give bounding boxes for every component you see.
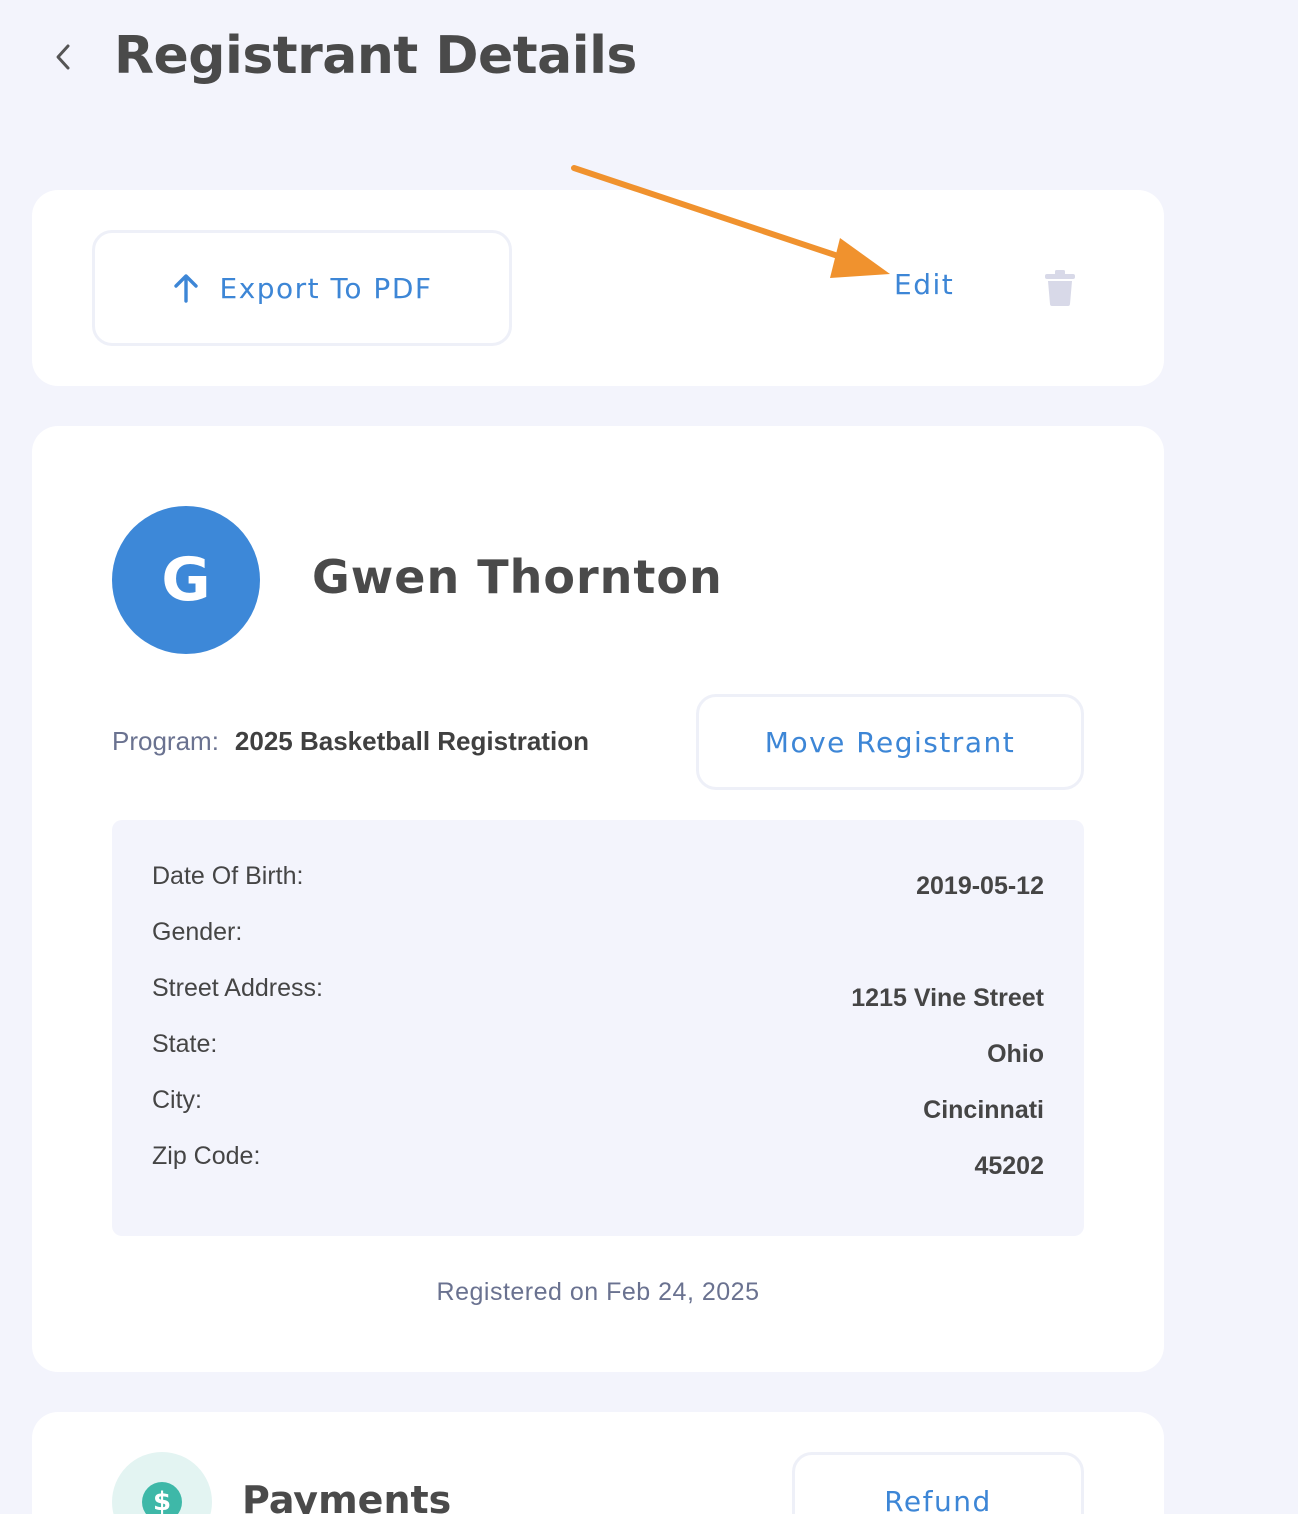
detail-label-state: State: — [152, 1030, 218, 1058]
detail-value-zip-code: 45202 — [974, 1152, 1044, 1180]
detail-value-date-of-birth: 2019-05-12 — [916, 872, 1044, 900]
payments-icon-circle: $ — [112, 1452, 212, 1514]
trash-icon — [1045, 270, 1075, 306]
chevron-left-icon — [56, 44, 70, 70]
export-pdf-button[interactable]: Export To PDF — [92, 230, 512, 346]
edit-button[interactable]: Edit — [894, 268, 954, 301]
program-label: Program: — [112, 726, 219, 756]
page-title: Registrant Details — [114, 26, 637, 86]
delete-button[interactable] — [1040, 268, 1080, 308]
program-value: 2025 Basketball Registration — [234, 726, 589, 756]
program-row: Program: 2025 Basketball Registration — [112, 726, 589, 757]
registrant-name: Gwen Thornton — [312, 550, 723, 604]
detail-value-state: Ohio — [987, 1040, 1044, 1068]
registrant-details-page: Registrant Details Export To PDF Edit G … — [0, 0, 1298, 1514]
detail-value-city: Cincinnati — [923, 1096, 1044, 1124]
back-button[interactable] — [50, 40, 76, 74]
registered-date: Registered on Feb 24, 2025 — [436, 1278, 760, 1306]
payments-card: $ Payments Refund — [32, 1412, 1164, 1514]
detail-value-street-address: 1215 Vine Street — [851, 984, 1044, 1012]
avatar: G — [112, 506, 260, 654]
annotation-arrow — [571, 165, 890, 278]
refund-button[interactable]: Refund — [792, 1452, 1084, 1514]
arrow-up-icon — [173, 274, 198, 303]
detail-label-zip-code: Zip Code: — [152, 1142, 261, 1170]
dollar-icon: $ — [142, 1482, 182, 1514]
registrant-profile-card: G Gwen Thornton Program: 2025 Basketball… — [32, 426, 1164, 1372]
details-list: Date Of Birth: 2019-05-12 Gender: Street… — [112, 820, 1084, 1236]
export-pdf-label: Export To PDF — [219, 271, 433, 305]
payments-title: Payments — [242, 1478, 452, 1514]
detail-label-city: City: — [152, 1086, 202, 1114]
move-registrant-button[interactable]: Move Registrant — [696, 694, 1084, 790]
detail-label-date-of-birth: Date Of Birth: — [152, 862, 304, 890]
detail-label-gender: Gender: — [152, 918, 243, 946]
detail-label-street-address: Street Address: — [152, 974, 323, 1002]
